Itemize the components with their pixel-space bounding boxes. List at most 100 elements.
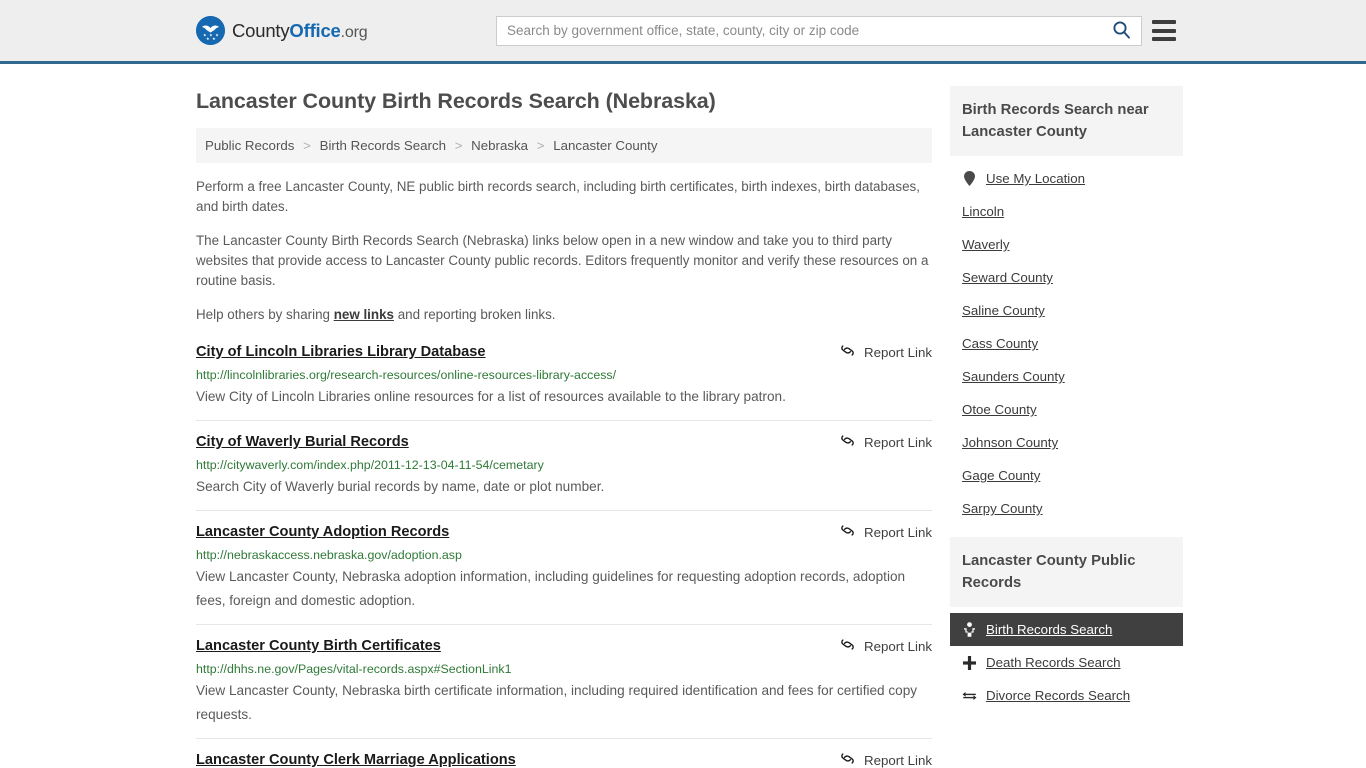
report-link-button[interactable]: Report Link xyxy=(828,433,932,451)
search-input[interactable] xyxy=(497,16,1101,45)
intro-paragraph-2: The Lancaster County Birth Records Searc… xyxy=(196,233,929,288)
sidebar-item-label: Waverly xyxy=(962,237,1010,252)
report-link-label: Report Link xyxy=(864,524,932,540)
resource-description: View Lancaster County, Nebraska birth ce… xyxy=(196,683,918,722)
sidebar-item-birth-records-search[interactable]: Birth Records Search xyxy=(950,613,1183,646)
resource-title-link[interactable]: Lancaster County Clerk Marriage Applicat… xyxy=(196,751,516,768)
sidebar-item-divorce-records-search[interactable]: Divorce Records Search xyxy=(950,679,1183,712)
nearby-search-box: Birth Records Search near Lancaster Coun… xyxy=(950,86,1183,525)
hamburger-menu-icon[interactable] xyxy=(1152,20,1176,41)
split-arrows-icon xyxy=(962,690,977,702)
resource-link-list: City of Lincoln Libraries Library Databa… xyxy=(196,341,932,768)
sidebar-item-lincoln[interactable]: Lincoln xyxy=(950,195,1183,228)
report-link-label: Report Link xyxy=(864,344,932,360)
brand-part-county: County xyxy=(232,19,290,41)
new-links-link[interactable]: new links xyxy=(334,307,394,322)
sidebar-item-label: Gage County xyxy=(962,468,1041,483)
sidebar-item-sarpy-county[interactable]: Sarpy County xyxy=(950,492,1183,525)
broken-link-icon xyxy=(840,433,855,451)
breadcrumb-separator: > xyxy=(536,138,545,153)
sidebar-item-label: Birth Records Search xyxy=(986,622,1113,637)
sidebar-item-label: Use My Location xyxy=(986,171,1086,186)
sidebar-item-label: Johnson County xyxy=(962,435,1059,450)
sidebar-item-gage-county[interactable]: Gage County xyxy=(950,459,1183,492)
resource-title-link[interactable]: Lancaster County Adoption Records xyxy=(196,523,449,541)
public-records-heading: Lancaster County Public Records xyxy=(950,537,1183,607)
sidebar-item-label: Otoe County xyxy=(962,402,1037,417)
brand-part-org: .org xyxy=(340,23,368,41)
search-icon xyxy=(1112,20,1131,42)
sidebar-item-label: Death Records Search xyxy=(986,655,1121,670)
sidebar: Birth Records Search near Lancaster Coun… xyxy=(950,64,1183,768)
broken-link-icon xyxy=(840,751,855,768)
resource-description: View Lancaster County, Nebraska adoption… xyxy=(196,569,906,608)
sidebar-item-saunders-county[interactable]: Saunders County xyxy=(950,360,1183,393)
broken-link-icon xyxy=(840,343,855,361)
breadcrumb-item-public-records[interactable]: Public Records xyxy=(205,138,294,153)
site-logo[interactable]: CountyOffice.org xyxy=(196,16,368,45)
cross-icon xyxy=(962,655,977,670)
sidebar-item-label: Sarpy County xyxy=(962,501,1043,516)
resource-description: View City of Lincoln Libraries online re… xyxy=(196,389,786,404)
report-link-label: Report Link xyxy=(864,638,932,654)
report-link-button[interactable]: Report Link xyxy=(828,637,932,655)
intro-paragraph-1: Perform a free Lancaster County, NE publ… xyxy=(196,179,920,214)
breadcrumb-item-nebraska[interactable]: Nebraska xyxy=(471,138,528,153)
report-link-label: Report Link xyxy=(864,752,932,768)
resource-url[interactable]: http://citywaverly.com/index.php/2011-12… xyxy=(196,458,932,473)
breadcrumb-item-lancaster-county[interactable]: Lancaster County xyxy=(553,138,657,153)
sidebar-item-waverly[interactable]: Waverly xyxy=(950,228,1183,261)
sidebar-item-label: Saline County xyxy=(962,303,1045,318)
sidebar-item-label: Lincoln xyxy=(962,204,1005,219)
resource-title-link[interactable]: City of Lincoln Libraries Library Databa… xyxy=(196,343,486,361)
broken-link-icon xyxy=(840,637,855,655)
sidebar-item-seward-county[interactable]: Seward County xyxy=(950,261,1183,294)
broken-link-icon xyxy=(840,523,855,541)
list-item: Lancaster County Birth Certificates Repo… xyxy=(196,624,932,738)
report-link-button[interactable]: Report Link xyxy=(828,751,932,768)
resource-url[interactable]: http://lincolnlibraries.org/research-res… xyxy=(196,368,932,383)
resource-title-link[interactable]: City of Waverly Burial Records xyxy=(196,433,409,451)
intro-text: Perform a free Lancaster County, NE publ… xyxy=(196,177,932,325)
resource-url[interactable]: http://nebraskaccess.nebraska.gov/adopti… xyxy=(196,548,932,563)
breadcrumb-separator: > xyxy=(303,138,311,153)
site-logo-text: CountyOffice.org xyxy=(232,19,368,42)
page-body: Lancaster County Birth Records Search (N… xyxy=(0,64,1366,768)
report-link-button[interactable]: Report Link xyxy=(828,343,932,361)
sidebar-item-cass-county[interactable]: Cass County xyxy=(950,327,1183,360)
intro-p3-before: Help others by sharing xyxy=(196,307,334,322)
sidebar-item-death-records-search[interactable]: Death Records Search xyxy=(950,646,1183,679)
public-records-list: Birth Records Search Death Records Searc… xyxy=(950,607,1183,712)
eagle-seal-icon xyxy=(196,16,225,45)
list-item: Lancaster County Clerk Marriage Applicat… xyxy=(196,738,932,768)
resource-description: Search City of Waverly burial records by… xyxy=(196,479,605,494)
sidebar-item-label: Saunders County xyxy=(962,369,1065,384)
resource-title-link[interactable]: Lancaster County Birth Certificates xyxy=(196,637,441,655)
sidebar-item-saline-county[interactable]: Saline County xyxy=(950,294,1183,327)
page-title: Lancaster County Birth Records Search (N… xyxy=(196,89,716,113)
sidebar-item-label: Seward County xyxy=(962,270,1053,285)
intro-p3-after: and reporting broken links. xyxy=(393,307,556,322)
baby-icon xyxy=(962,622,977,637)
sidebar-item-label: Divorce Records Search xyxy=(986,688,1131,703)
search-bar xyxy=(496,15,1142,46)
breadcrumb-separator: > xyxy=(454,138,463,153)
public-records-box: Lancaster County Public Records Birth Re… xyxy=(950,537,1183,712)
intro-paragraph-3: Help others by sharing new links and rep… xyxy=(196,305,932,325)
report-link-button[interactable]: Report Link xyxy=(828,523,932,541)
sidebar-item-otoe-county[interactable]: Otoe County xyxy=(950,393,1183,426)
list-item: City of Waverly Burial Records Report Li… xyxy=(196,420,932,510)
list-item: Lancaster County Adoption Records Report… xyxy=(196,510,932,624)
sidebar-item-use-my-location[interactable]: Use My Location xyxy=(950,162,1183,195)
breadcrumb: Public Records > Birth Records Search > … xyxy=(196,128,932,163)
breadcrumb-item-birth-records-search[interactable]: Birth Records Search xyxy=(320,138,446,153)
sidebar-item-johnson-county[interactable]: Johnson County xyxy=(950,426,1183,459)
sidebar-item-label: Cass County xyxy=(962,336,1039,351)
brand-part-office: Office xyxy=(289,19,341,41)
list-item: City of Lincoln Libraries Library Databa… xyxy=(196,341,932,420)
resource-url[interactable]: http://dhhs.ne.gov/Pages/vital-records.a… xyxy=(196,662,932,677)
nearby-search-heading: Birth Records Search near Lancaster Coun… xyxy=(950,86,1183,156)
nearby-search-list: Use My Location Lincoln Waverly Seward C… xyxy=(950,156,1183,525)
search-button[interactable] xyxy=(1101,17,1141,45)
site-header: CountyOffice.org xyxy=(0,0,1366,64)
